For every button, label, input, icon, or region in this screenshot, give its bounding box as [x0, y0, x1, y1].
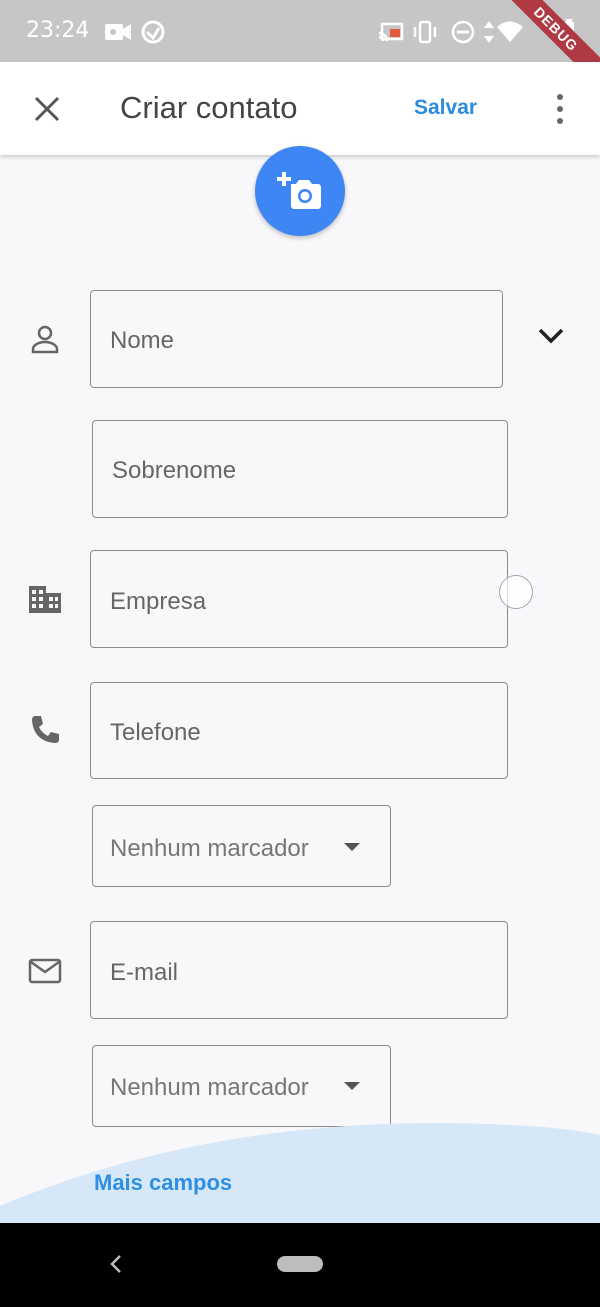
person-icon	[30, 324, 60, 359]
more-options-button[interactable]	[548, 92, 572, 126]
dropdown-arrow-icon	[344, 843, 360, 851]
do-not-disturb-icon	[450, 19, 476, 50]
home-pill-button[interactable]	[277, 1256, 323, 1272]
save-button[interactable]: Salvar	[414, 96, 477, 120]
email-field[interactable]: E-mail	[90, 921, 508, 1019]
video-camera-icon	[104, 19, 132, 50]
status-bar: 23:24 DEBUG	[0, 0, 600, 94]
add-a-photo-icon	[277, 172, 321, 209]
bottom-wave	[0, 1121, 600, 1225]
touch-ripple	[499, 575, 533, 609]
email-icon	[28, 958, 62, 989]
phone-icon	[29, 714, 61, 751]
app-bar: Criar contato Salvar	[0, 62, 600, 155]
company-field[interactable]: Empresa	[90, 550, 508, 648]
data-arrows-icon	[482, 19, 496, 50]
email-placeholder: E-mail	[110, 959, 179, 986]
last-name-placeholder: Sobrenome	[112, 457, 237, 484]
more-fields-button[interactable]: Mais campos	[94, 1170, 232, 1196]
cast-icon	[378, 19, 404, 50]
dropdown-arrow-icon	[344, 1082, 360, 1090]
chevron-down-icon[interactable]	[537, 326, 565, 351]
back-icon[interactable]	[106, 1253, 126, 1280]
close-icon	[34, 96, 60, 122]
wifi-icon	[496, 19, 524, 50]
add-photo-button[interactable]	[255, 146, 345, 236]
email-label-dropdown[interactable]: Nenhum marcador	[92, 1045, 391, 1127]
more-vert-icon	[557, 94, 563, 124]
vibrate-icon	[412, 19, 438, 50]
page-title: Criar contato	[120, 90, 298, 125]
business-icon	[28, 584, 62, 619]
email-label-value: Nenhum marcador	[110, 1074, 309, 1101]
last-name-field[interactable]: Sobrenome	[92, 420, 508, 518]
sync-icon	[140, 19, 166, 50]
close-button[interactable]	[30, 92, 64, 126]
first-name-field[interactable]: Nome	[90, 290, 503, 388]
phone-placeholder: Telefone	[110, 719, 201, 746]
first-name-placeholder: Nome	[110, 327, 175, 354]
phone-field[interactable]: Telefone	[90, 682, 508, 779]
phone-label-value: Nenhum marcador	[110, 835, 309, 862]
status-time: 23:24	[26, 18, 90, 43]
company-placeholder: Empresa	[110, 588, 207, 615]
phone-label-dropdown[interactable]: Nenhum marcador	[92, 805, 391, 887]
